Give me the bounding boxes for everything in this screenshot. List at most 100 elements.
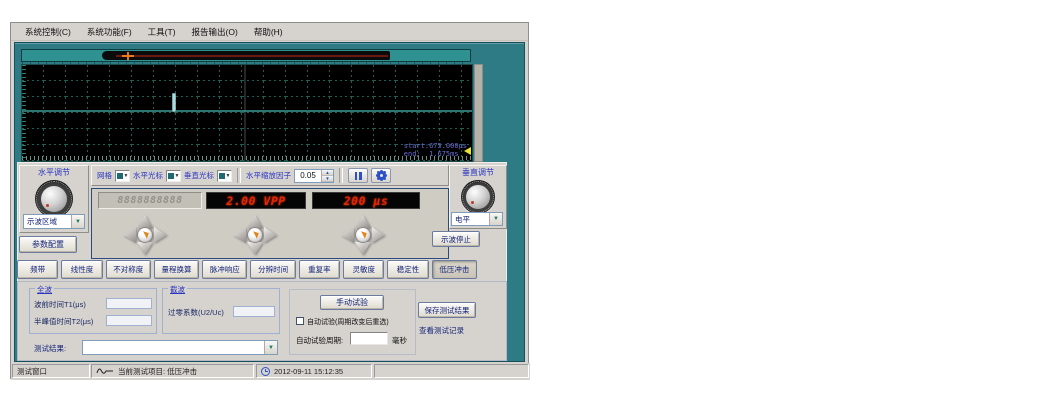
t2-input[interactable]	[106, 315, 152, 326]
status-current-label: 当前测试项目: 低压冲击	[118, 366, 197, 377]
gear-icon	[377, 171, 386, 180]
arrow-left-icon[interactable]	[123, 227, 136, 243]
chevron-down-icon[interactable]: ▼	[71, 215, 84, 228]
chevron-down-icon[interactable]: ▼	[264, 341, 277, 354]
scope-area-select[interactable]: 示波区域 ▼	[23, 214, 85, 229]
arrow-left-icon[interactable]	[233, 227, 246, 243]
auto-period-label: 自动试验周期:	[296, 335, 343, 346]
test-item-pulse-response[interactable]: 脉冲响应	[202, 260, 247, 279]
test-item-linearity[interactable]: 线性度	[61, 260, 102, 279]
arrow-right-icon[interactable]	[372, 227, 385, 243]
auto-test-checkbox[interactable]	[296, 317, 304, 325]
save-results-button[interactable]: 保存测试结果	[418, 302, 476, 318]
t1-input[interactable]	[106, 298, 152, 309]
pad-center-button[interactable]	[137, 227, 153, 243]
spinner-down-icon[interactable]: ▼	[322, 176, 333, 182]
measure-display-panel: 8888888888 2.00 VPP 200 μs	[91, 188, 449, 259]
test-item-asymmetry[interactable]: 不对称度	[106, 260, 151, 279]
knob-indicator	[46, 204, 49, 207]
level-select[interactable]: 电平 ▼	[451, 212, 503, 226]
manual-test-button[interactable]: 手动试验	[320, 295, 384, 310]
chevron-down-icon[interactable]: ▼	[489, 213, 502, 225]
menu-report-output[interactable]: 报告输出(O)	[184, 24, 246, 40]
horizontal-adjust-title: 水平调节	[20, 167, 88, 178]
zoom-factor-label: 水平缩放因子	[246, 170, 291, 181]
arrow-right-icon[interactable]	[264, 227, 277, 243]
nav-pad-2[interactable]	[233, 215, 277, 255]
vertical-adjust-title: 垂直调节	[450, 167, 506, 178]
horizontal-knob[interactable]	[35, 180, 73, 218]
menu-tools[interactable]: 工具(T)	[140, 24, 184, 40]
status-window-label: 测试窗口	[17, 366, 47, 377]
nav-pad-1[interactable]	[123, 215, 167, 255]
menu-system-function[interactable]: 系统功能(F)	[79, 24, 140, 40]
full-wave-title: 全波	[35, 284, 54, 295]
chopped-wave-group: 截波 过零系数(U2/Uc)	[162, 288, 280, 334]
arrow-left-icon[interactable]	[341, 227, 354, 243]
nav-pad-3[interactable]	[341, 215, 385, 255]
knob-face	[466, 185, 490, 209]
counter-display: 8888888888	[98, 192, 202, 209]
v-cursor-toggle-button[interactable]: ▼	[217, 170, 232, 182]
status-empty-cell	[374, 364, 529, 378]
auto-period-input[interactable]	[350, 332, 388, 345]
arrow-down-icon[interactable]	[247, 242, 263, 255]
scope-area-value: 示波区域	[24, 216, 71, 227]
level-value: 电平	[452, 214, 489, 225]
settings-button[interactable]	[371, 168, 391, 183]
pad-center-button[interactable]	[247, 227, 263, 243]
arrow-down-icon[interactable]	[355, 242, 371, 255]
menu-help[interactable]: 帮助(H)	[246, 24, 291, 40]
screen-side-strip	[474, 64, 483, 162]
param-config-button[interactable]: 参数配置	[19, 236, 77, 253]
menu-system-control[interactable]: 系统控制(C)	[17, 24, 79, 40]
test-item-resolution-time[interactable]: 分辨时间	[250, 260, 295, 279]
test-result-label: 测试结果:	[34, 343, 66, 354]
menu-bar: 系统控制(C) 系统功能(F) 工具(T) 报告输出(O) 帮助(H)	[11, 23, 528, 41]
scope-horizontal-scrollbar[interactable]	[21, 49, 471, 62]
pause-button[interactable]	[348, 168, 368, 183]
toolbar-separator	[237, 168, 241, 183]
pad-center-button[interactable]	[355, 227, 371, 243]
waveform-icon	[96, 367, 114, 376]
test-result-select[interactable]: ▼	[82, 340, 278, 355]
results-panel: 全波 波前时间T1(μs) 半峰值时间T2(μs) 截波 过零系数(U2/Uc)…	[17, 281, 507, 361]
view-records-link[interactable]: 查看测试记录	[419, 325, 464, 336]
full-wave-group: 全波 波前时间T1(μs) 半峰值时间T2(μs)	[29, 288, 157, 334]
oscilloscope-screen[interactable]: start:675.000μs end: 1.675ms	[21, 64, 473, 162]
chevron-down-icon: ▼	[226, 173, 231, 179]
arrow-right-icon[interactable]	[154, 227, 167, 243]
scope-toolbar: 网格 ▼ 水平光标 ▼ 垂直光标 ▼ 水平缩放因子 0.05 ▲▼	[91, 165, 449, 186]
cursor-icon	[219, 173, 225, 179]
t2-label: 半峰值时间T2(μs)	[34, 316, 93, 327]
test-item-sensitivity[interactable]: 灵敏度	[343, 260, 384, 279]
test-run-group: 手动试验 自动试验(周期改变后重选) 自动试验周期: 毫秒	[289, 289, 416, 355]
scope-stop-button[interactable]: 示波停止	[432, 231, 480, 247]
vertical-knob[interactable]	[461, 180, 495, 214]
toolbar-separator	[339, 168, 343, 183]
test-item-range-conversion[interactable]: 量程换算	[154, 260, 199, 279]
test-item-band[interactable]: 频带	[17, 260, 58, 279]
grid-label: 网格	[97, 170, 112, 181]
chopped-wave-title: 截波	[168, 284, 187, 295]
zoom-factor-spinner[interactable]: 0.05 ▲▼	[294, 169, 334, 183]
trigger-line	[116, 55, 388, 57]
test-item-stability[interactable]: 稳定性	[387, 260, 428, 279]
test-item-repetition-rate[interactable]: 重复率	[299, 260, 340, 279]
v-cursor-label: 垂直光标	[184, 170, 214, 181]
knob-indicator	[471, 201, 474, 204]
time-display: 200 μs	[312, 192, 420, 209]
scrollbar-thumb[interactable]	[102, 51, 390, 60]
arrow-down-icon[interactable]	[137, 242, 153, 255]
horizontal-adjust-panel: 水平调节 示波区域 ▼	[19, 165, 89, 233]
trigger-marker-icon[interactable]	[127, 52, 129, 60]
status-datetime: 2012-09-11 15:12:35	[274, 367, 343, 376]
zero-coeff-input[interactable]	[233, 306, 275, 317]
scope-pulse	[173, 94, 175, 111]
zoom-factor-value: 0.05	[295, 170, 321, 182]
test-item-low-voltage-impulse[interactable]: 低压冲击	[432, 260, 477, 279]
h-cursor-toggle-button[interactable]: ▼	[166, 170, 181, 182]
period-unit-label: 毫秒	[392, 335, 407, 346]
grid-toggle-button[interactable]: ▼	[115, 170, 130, 182]
cursor-icon	[168, 173, 174, 179]
